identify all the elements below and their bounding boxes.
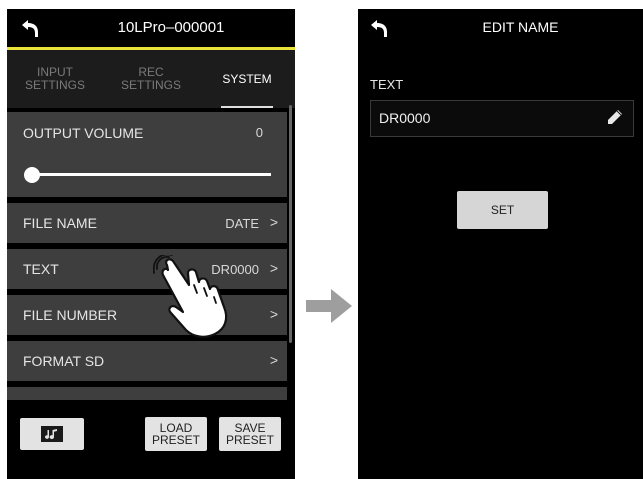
list-item-partial[interactable] xyxy=(7,387,287,400)
load-preset-button[interactable]: LOAD PRESET xyxy=(145,417,207,451)
scrollbar[interactable] xyxy=(289,105,292,343)
header: 10LPro–000001 xyxy=(7,9,295,47)
list-item-file-number[interactable]: FILE NUMBER > xyxy=(7,295,287,335)
tab-label: SYSTEM xyxy=(222,71,272,86)
edit-name-screen: EDIT NAME TEXT DR0000 SET xyxy=(358,9,643,479)
text-input[interactable]: DR0000 xyxy=(370,100,634,137)
save-preset-label: SAVE PRESET xyxy=(225,421,274,447)
back-arrow-icon[interactable] xyxy=(368,17,390,39)
tab-system[interactable]: SYSTEM xyxy=(199,50,295,108)
chevron-right-icon: > xyxy=(269,214,278,230)
output-volume-row: OUTPUT VOLUME 0 xyxy=(7,112,287,197)
output-volume-label: OUTPUT VOLUME xyxy=(23,125,144,141)
chevron-right-icon: > xyxy=(269,260,278,276)
tab-label: INPUT SETTINGS xyxy=(25,65,86,92)
list-item-label: FORMAT SD xyxy=(23,353,105,369)
tab-label: REC SETTINGS xyxy=(121,65,182,92)
load-preset-label: LOAD PRESET xyxy=(151,421,200,447)
text-input-value: DR0000 xyxy=(379,110,431,126)
settings-list: OUTPUT VOLUME 0 FILE NAME DATE > TEXT DR… xyxy=(7,110,287,400)
bottom-toolbar: LOAD PRESET SAVE PRESET xyxy=(7,401,295,479)
music-button[interactable] xyxy=(20,418,84,450)
list-item-label: FILE NUMBER xyxy=(23,307,118,323)
chevron-right-icon: > xyxy=(269,306,278,322)
pencil-icon[interactable] xyxy=(607,109,623,125)
list-item-label: TEXT xyxy=(23,261,59,277)
music-note-icon xyxy=(41,426,63,442)
set-button[interactable]: SET xyxy=(457,191,548,229)
volume-slider-knob[interactable] xyxy=(24,167,40,183)
save-preset-button[interactable]: SAVE PRESET xyxy=(219,417,281,451)
list-item-format-sd[interactable]: FORMAT SD > xyxy=(7,341,287,381)
tab-rec-settings[interactable]: REC SETTINGS xyxy=(103,50,199,108)
tap-hand-icon xyxy=(153,255,228,338)
settings-screen: 10LPro–000001 INPUT SETTINGS REC SETTING… xyxy=(7,9,295,479)
device-title: 10LPro–000001 xyxy=(117,19,225,36)
list-item-label: FILE NAME xyxy=(23,215,97,231)
list-item-text[interactable]: TEXT DR0000 > xyxy=(7,249,287,289)
output-volume-value: 0 xyxy=(255,125,263,140)
text-field-label: TEXT xyxy=(370,77,404,92)
tab-input-settings[interactable]: INPUT SETTINGS xyxy=(7,50,103,108)
list-item-file-name[interactable]: FILE NAME DATE > xyxy=(7,203,287,243)
back-arrow-icon[interactable] xyxy=(19,17,41,39)
volume-slider[interactable] xyxy=(31,173,271,176)
tab-bar: INPUT SETTINGS REC SETTINGS SYSTEM xyxy=(7,50,295,108)
chevron-right-icon: > xyxy=(269,352,278,368)
list-item-value: DATE xyxy=(225,216,259,231)
arrow-right-icon xyxy=(306,289,352,323)
set-button-label: SET xyxy=(490,203,515,217)
active-tab-indicator xyxy=(221,106,273,108)
page-title: EDIT NAME xyxy=(482,19,559,35)
